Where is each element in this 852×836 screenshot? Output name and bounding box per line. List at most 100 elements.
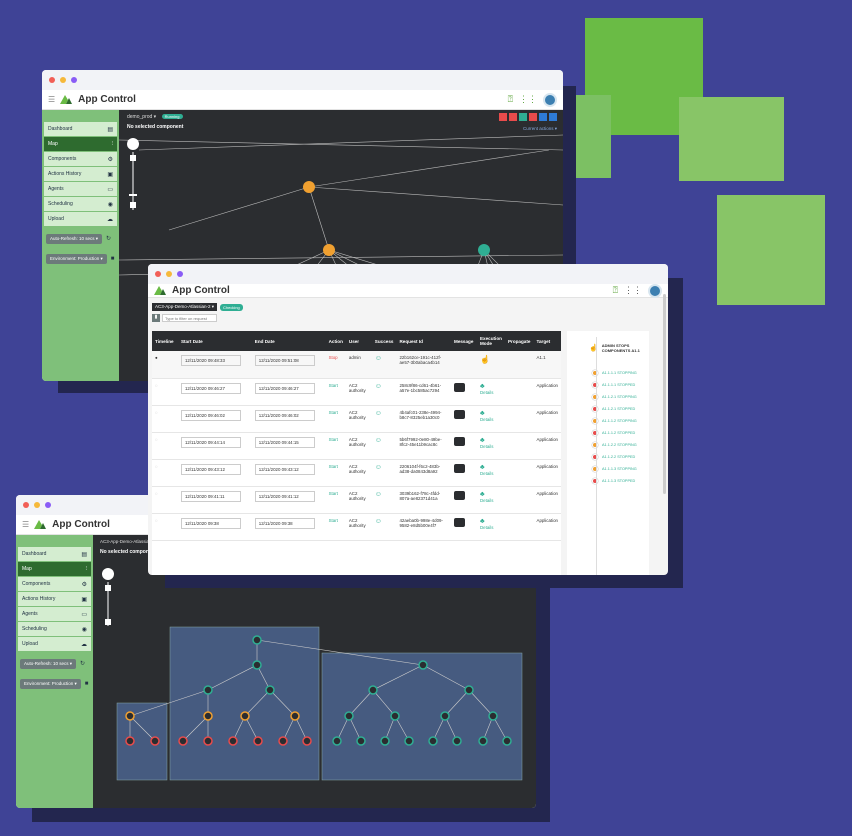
close-dot[interactable]	[49, 77, 55, 83]
sidebar-item-components[interactable]: Components ⚙	[18, 577, 91, 591]
sidebar-item-upload[interactable]: Upload ☁	[18, 637, 91, 651]
row-radio[interactable]: ○	[152, 405, 178, 433]
timeline-item[interactable]: A1.1.1.3 STOPPED	[567, 475, 649, 487]
avatar[interactable]	[543, 92, 557, 107]
avatar[interactable]	[648, 283, 662, 298]
end-date-field[interactable]: 12/11/2020 09:43:12	[254, 463, 315, 475]
help-icon[interactable]: ⍰	[613, 285, 618, 296]
timeline-item[interactable]: A1.1.2.2 STOPPING	[567, 439, 649, 451]
timeline-item[interactable]: A1.1.1.2 STOPPED	[567, 427, 649, 439]
table-row[interactable]: ○ 12/11/2020 09:41:11 12/11/2020 09:41:1…	[152, 486, 561, 514]
col-start-date[interactable]: Start Date	[177, 331, 252, 351]
timeline-item[interactable]: A1.1.1.3 STOPPING	[567, 463, 649, 475]
sidebar-item-components[interactable]: Components ⚙	[44, 152, 117, 166]
end-date-field[interactable]: 12/11/2020 09:44:15	[254, 436, 315, 448]
sidebar-item-actions-history[interactable]: Actions History ▣	[18, 592, 91, 606]
details-link[interactable]: Details	[480, 390, 493, 395]
timeline-item[interactable]: A1.1.2.1 STOPPING	[567, 391, 649, 403]
sidebar-item-agents[interactable]: Agents ▭	[18, 607, 91, 621]
refresh-icon[interactable]: ↻	[106, 236, 111, 242]
minimize-dot[interactable]	[34, 502, 40, 508]
maximize-dot[interactable]	[71, 77, 77, 83]
sidebar-item-upload[interactable]: Upload ☁	[44, 212, 117, 226]
apps-grid-icon[interactable]: ⋮⋮	[519, 94, 537, 105]
start-date-field[interactable]: 12/11/2020 09:46:02	[180, 409, 241, 421]
sidebar-item-scheduling[interactable]: Scheduling ◉	[44, 197, 117, 211]
col-propagate[interactable]: Propagate	[504, 331, 534, 351]
close-dot[interactable]	[155, 271, 161, 277]
col-success[interactable]: Success	[371, 331, 397, 351]
environment-select[interactable]: Environment: Production ▾	[20, 679, 81, 689]
details-link[interactable]: Details	[480, 444, 493, 449]
timeline-item[interactable]: A1.1.1.1 STOPPED	[567, 379, 649, 391]
table-row[interactable]: ○ 12/11/2020 09:44:14 12/11/2020 09:44:1…	[152, 432, 561, 460]
message-button[interactable]	[454, 409, 465, 419]
col-message[interactable]: Message	[451, 331, 477, 351]
hand-icon[interactable]: ☝	[476, 351, 505, 379]
table-row[interactable]: ● 12/11/2020 09:48:33 12/11/2020 09:51:0…	[152, 351, 561, 379]
end-date-field[interactable]: 12/11/2020 09:41:12	[254, 490, 315, 502]
start-date-field[interactable]: 12/11/2020 09:43:12	[180, 463, 241, 475]
row-radio[interactable]: ○	[152, 432, 178, 460]
table-row[interactable]: ○ 12/11/2020 09:38 12/11/2020 09:38 Star…	[152, 513, 561, 541]
start-date-field[interactable]: 12/11/2020 09:41:11	[180, 490, 241, 502]
sidebar-item-dashboard[interactable]: Dashboard ▤	[44, 122, 117, 136]
message-button[interactable]	[454, 517, 465, 527]
sidebar-item-dashboard[interactable]: Dashboard ▤	[18, 547, 91, 561]
timeline-item[interactable]: A1.1.1.2 STOPPING	[567, 415, 649, 427]
end-date-field[interactable]: 12/11/2020 09:51:08	[254, 355, 315, 366]
table-row[interactable]: ○ 12/11/2020 09:46:02 12/11/2020 09:46:0…	[152, 405, 561, 433]
end-date-field[interactable]: 12/11/2020 09:46:02	[254, 409, 315, 421]
maximize-dot[interactable]	[45, 502, 51, 508]
details-link[interactable]: Details	[480, 417, 493, 422]
apps-grid-icon[interactable]: ⋮⋮	[624, 285, 642, 296]
scrollbar[interactable]	[663, 294, 666, 494]
col-action[interactable]: Action	[325, 331, 346, 351]
delete-icon[interactable]: ▮	[152, 314, 160, 322]
auto-refresh-select[interactable]: Auto-Refresh: 10 secs ▾	[20, 659, 77, 669]
col-request-id[interactable]: Request Id	[396, 331, 451, 351]
col-target[interactable]: Target	[533, 331, 561, 351]
timeline-item[interactable]: A1.1.2.1 STOPPED	[567, 403, 649, 415]
sidebar-item-actions-history[interactable]: Actions History ▣	[44, 167, 117, 181]
end-date-field[interactable]: 12/11/2020 09:38	[254, 517, 315, 529]
timeline-item[interactable]: A1.1.1.1 STOPPING	[567, 367, 649, 379]
table-row[interactable]: ○ 12/11/2020 09:46:27 12/11/2020 09:46:2…	[152, 378, 561, 406]
sidebar-item-map[interactable]: Map ⫶	[44, 137, 117, 151]
col-end-date[interactable]: End Date	[251, 331, 326, 351]
message-button[interactable]	[454, 490, 465, 500]
details-link[interactable]: Details	[480, 498, 493, 503]
row-radio[interactable]: ○	[152, 513, 178, 541]
project-select[interactable]: AC3-App-Demo-Atlassian-2 ▾	[152, 303, 218, 311]
col-timeline[interactable]: Timeline	[152, 331, 178, 351]
timeline-item[interactable]: A1.1.2.2 STOPPED	[567, 451, 649, 463]
details-link[interactable]: Details	[480, 471, 493, 476]
col-execution-mode[interactable]: Execution Mode	[476, 331, 505, 351]
environment-select[interactable]: Environment: Production ▾	[46, 254, 107, 264]
start-date-field[interactable]: 12/11/2020 09:38	[180, 517, 241, 529]
sidebar-item-scheduling[interactable]: Scheduling ◉	[18, 622, 91, 636]
table-row[interactable]: ○ 12/11/2020 09:43:12 12/11/2020 09:43:1…	[152, 459, 561, 487]
refresh-icon[interactable]: ↻	[80, 661, 85, 667]
auto-refresh-select[interactable]: Auto-Refresh: 10 secs ▾	[46, 234, 103, 244]
filter-input[interactable]	[162, 314, 217, 322]
row-radio[interactable]: ●	[152, 351, 178, 379]
row-radio[interactable]: ○	[152, 486, 178, 514]
message-button[interactable]	[454, 436, 465, 446]
end-date-field[interactable]: 12/11/2020 09:46:27	[254, 382, 315, 394]
minimize-dot[interactable]	[166, 271, 172, 277]
minimize-dot[interactable]	[60, 77, 66, 83]
message-button[interactable]	[454, 382, 465, 392]
help-icon[interactable]: ⍰	[508, 94, 513, 105]
details-link[interactable]: Details	[480, 525, 493, 530]
start-date-field[interactable]: 12/11/2020 09:46:27	[180, 382, 241, 394]
close-dot[interactable]	[23, 502, 29, 508]
message-button[interactable]	[454, 463, 465, 473]
sidebar-item-map[interactable]: Map ⫶	[18, 562, 91, 576]
start-date-field[interactable]: 12/11/2020 09:48:33	[180, 355, 241, 366]
start-date-field[interactable]: 12/11/2020 09:44:14	[180, 436, 241, 448]
hamburger-icon[interactable]: ☰	[48, 95, 55, 104]
maximize-dot[interactable]	[177, 271, 183, 277]
hamburger-icon[interactable]: ☰	[22, 520, 29, 529]
row-radio[interactable]: ○	[152, 378, 178, 406]
